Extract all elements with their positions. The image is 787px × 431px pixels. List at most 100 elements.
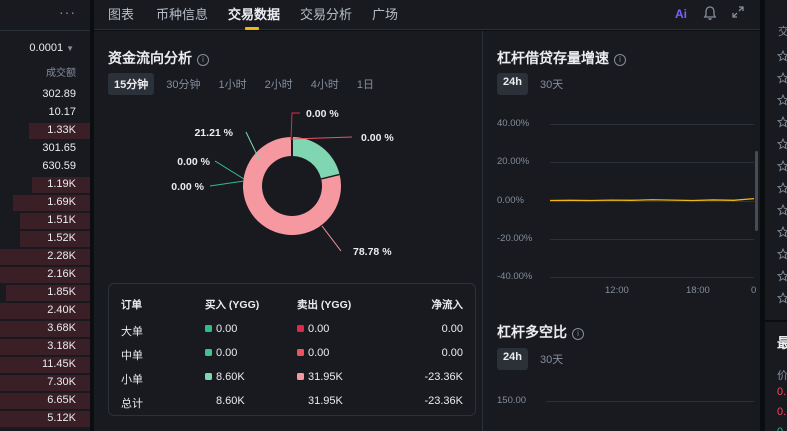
depth-bar [0, 375, 90, 391]
period-tab[interactable]: 30天 [534, 73, 569, 95]
turnover-value: 7.30K [47, 376, 76, 388]
orderbook-row[interactable]: 2.40K [0, 302, 90, 320]
turnover-value: 5.12K [47, 412, 76, 424]
orderbook-row[interactable]: 6.65K [0, 392, 90, 410]
star-icon[interactable] [777, 204, 787, 216]
period-tab[interactable]: 24h [497, 73, 528, 95]
star-icon[interactable] [777, 182, 787, 194]
precision-selector[interactable]: 0.0001 ▼ [29, 42, 74, 54]
gridline [550, 238, 754, 240]
leader-line [290, 112, 300, 141]
table-header: 订单 买入 (YGG) 卖出 (YGG) 净流入 [109, 294, 475, 314]
info-icon[interactable]: i [614, 54, 626, 66]
turnover-value: 1.33K [47, 124, 76, 136]
orderbook-row[interactable]: 10.17 [0, 104, 90, 122]
turnover-value: 10.17 [48, 106, 76, 118]
cell-value: 31.95K [308, 395, 343, 407]
orderbook-row[interactable]: 1.69K [0, 194, 90, 212]
expand-icon[interactable] [731, 5, 745, 19]
orderbook-row[interactable]: 302.89 [0, 86, 90, 104]
star-icon[interactable] [777, 138, 787, 150]
tab-coin-info[interactable]: 币种信息 [156, 4, 208, 23]
cell-value: -23.36K [424, 395, 463, 407]
far-right-panel: 交 [765, 0, 787, 320]
orderbook-row[interactable]: 1.33K [0, 122, 90, 140]
turnover-value: 3.18K [47, 340, 76, 352]
turnover-value: 302.89 [42, 88, 76, 100]
sell-color-dot [297, 325, 304, 332]
tab-trading-analysis[interactable]: 交易分析 [300, 4, 352, 23]
depth-bar [0, 393, 90, 409]
orderbook-row[interactable]: 3.18K [0, 338, 90, 356]
orderbook-row[interactable]: 5.12K [0, 410, 90, 428]
y-tick: 0.00% [497, 194, 524, 206]
scrollbar[interactable] [755, 151, 758, 231]
orderbook-row[interactable]: 1.19K [0, 176, 90, 194]
orderbook-row[interactable]: 3.68K [0, 320, 90, 338]
turnover-value: 1.85K [47, 286, 76, 298]
orderbook-row[interactable]: 1.85K [0, 284, 90, 302]
info-icon[interactable]: i [572, 328, 584, 340]
donut-slice[interactable] [292, 137, 340, 179]
orderbook-row[interactable]: 301.65 [0, 140, 90, 158]
cell-value: 0.00 [216, 347, 238, 359]
long-short-period-tabs: 24h 30天 [497, 348, 569, 370]
tab-square[interactable]: 广场 [372, 4, 398, 23]
tab-trading-data[interactable]: 交易数据 [228, 4, 280, 23]
star-icon[interactable] [777, 94, 787, 106]
column-header: 订单 [121, 299, 142, 311]
orderbook-row[interactable]: 2.28K [0, 248, 90, 266]
leader-line [209, 180, 245, 187]
price-value: 0. [777, 386, 787, 398]
period-tab[interactable]: 30天 [534, 348, 569, 370]
ai-icon[interactable]: Ai [675, 7, 687, 21]
tab-chart[interactable]: 图表 [108, 4, 134, 23]
donut-label: 21.21 % [194, 127, 233, 139]
leader-line [321, 225, 342, 252]
table-row: 中单 0.00 0.00 0.00 [109, 344, 475, 364]
star-icon[interactable] [777, 248, 787, 260]
cell-value: 0.00 [308, 347, 330, 359]
star-icon[interactable] [777, 72, 787, 84]
cell-value: 总计 [121, 398, 143, 410]
y-tick: -20.00% [497, 232, 533, 244]
column-header: 买入 (YGG) [205, 299, 260, 311]
fund-flow-donut-chart: 0.00 % 0.00 % 21.21 % 0.00 % 0.00 % 78.78 % [171, 108, 394, 258]
star-icon[interactable] [777, 160, 787, 172]
orderbook-row[interactable]: 630.59 [0, 158, 90, 176]
orderbook-row[interactable]: 7.30K [0, 374, 90, 392]
long-short-title-text: 杠杆多空比 [497, 324, 567, 340]
cell-value: 0.00 [441, 323, 463, 335]
orderbook-row[interactable]: 2.16K [0, 266, 90, 284]
period-tab[interactable]: 24h [497, 348, 528, 370]
gridline [546, 401, 754, 402]
star-icon[interactable] [777, 116, 787, 128]
orderbook-row[interactable]: 11.45K [0, 356, 90, 374]
y-tick: 20.00% [497, 156, 530, 168]
more-options-icon[interactable]: ··· [59, 4, 76, 20]
cell-value: 31.95K [308, 371, 343, 383]
y-tick: 40.00% [497, 118, 530, 129]
gridline [550, 200, 754, 202]
star-icon[interactable] [777, 292, 787, 304]
top-tab-bar: 图表 币种信息 交易数据 交易分析 广场 Ai [94, 0, 760, 30]
x-tick: 12:00 [605, 285, 629, 296]
sell-color-dot [297, 373, 304, 380]
depth-bar [0, 411, 90, 427]
cell-value: -23.36K [424, 371, 463, 383]
y-tick: -40.00% [497, 271, 533, 282]
star-icon[interactable] [777, 50, 787, 62]
table-cell: 8.60K [205, 371, 245, 383]
turnover-value: 1.52K [47, 232, 76, 244]
orderbook-row[interactable]: 1.51K [0, 212, 90, 230]
table-row: 总计 8.60K 31.95K -23.36K [109, 392, 475, 412]
table-cell: 中单 [121, 347, 143, 363]
star-icon[interactable] [777, 226, 787, 238]
star-icon[interactable] [777, 270, 787, 282]
bell-icon[interactable] [703, 5, 717, 21]
leader-line [245, 131, 260, 160]
far-bottom-title: 最 [777, 335, 787, 351]
orderbook-row[interactable]: 1.52K [0, 230, 90, 248]
cell-value: 0.00 [308, 323, 330, 335]
buy-color-dot [205, 373, 212, 380]
